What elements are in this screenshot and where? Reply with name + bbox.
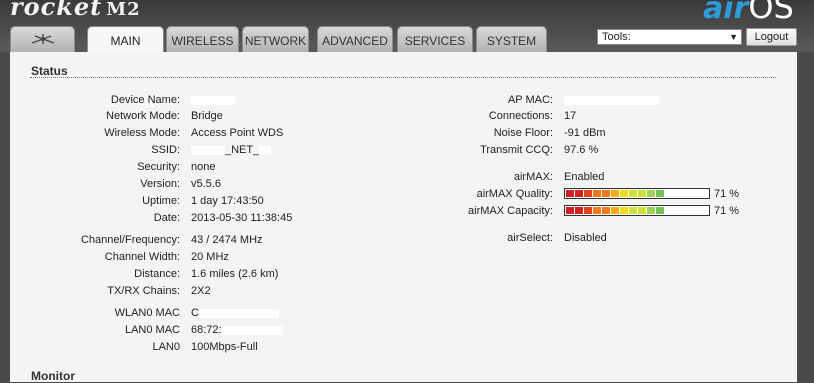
ssid-label: SSID: — [151, 144, 180, 156]
level-segment — [593, 207, 601, 214]
tab-main[interactable]: MAIN — [87, 26, 164, 53]
airos-suffix: OS — [748, 0, 794, 26]
status-section-title: Status — [31, 64, 68, 78]
distance-label: Distance: — [134, 268, 180, 280]
channel-width-label: Channel Width: — [104, 251, 180, 263]
lan0-mac-label: LAN0 MAC — [124, 324, 180, 336]
product-model: M2 — [106, 0, 141, 20]
tab-wireless[interactable]: WIRELESS — [166, 26, 239, 52]
tab-ubiquiti-logo[interactable] — [10, 26, 75, 52]
channel-width-value: 20 MHz — [191, 251, 229, 263]
product-logo-text: rocket — [10, 0, 103, 21]
airmax-quality-bar — [564, 188, 710, 199]
uptime-label: Uptime: — [142, 195, 180, 207]
security-value: none — [191, 161, 216, 173]
level-segment — [638, 207, 646, 214]
tab-system[interactable]: SYSTEM — [476, 26, 547, 52]
logout-button[interactable]: Logout — [746, 28, 797, 46]
airselect-label: airSelect: — [507, 232, 553, 244]
level-segment — [656, 190, 664, 197]
wlan0-mac-value: C — [191, 307, 279, 319]
network-mode-value: Bridge — [191, 110, 223, 122]
airselect-value: Disabled — [564, 232, 607, 244]
level-segment — [602, 190, 610, 197]
monitor-section-title: Monitor — [31, 369, 75, 383]
wlan0-mac-label: WLAN0 MAC — [114, 307, 180, 319]
product-logo: rocket M2 — [10, 0, 141, 21]
airos-prefix: air — [703, 0, 749, 26]
level-segment — [620, 207, 628, 214]
main-content: Status Device Name: Network Mode: Bridge… — [10, 52, 797, 383]
wireless-mode-value: Access Point WDS — [191, 127, 284, 139]
connections-label: Connections: — [488, 110, 553, 122]
ap-mac-label: AP MAC: — [507, 94, 553, 106]
lan0-label: LAN0 — [152, 341, 180, 353]
tools-select[interactable]: Tools: ▼ — [597, 29, 742, 45]
airmax-quality-value: 71 % — [714, 188, 740, 200]
level-segment — [629, 190, 637, 197]
level-segment — [584, 207, 592, 214]
level-segment — [647, 207, 655, 214]
level-segment — [566, 207, 574, 214]
distance-value: 1.6 miles (2.6 km) — [191, 268, 279, 280]
date-label: Date: — [153, 212, 180, 224]
airmax-capacity-bar — [564, 205, 710, 216]
version-value: v5.5.6 — [191, 178, 221, 190]
device-name-value — [191, 94, 235, 106]
airmax-capacity-label: airMAX Capacity: — [468, 205, 553, 217]
wireless-mode-label: Wireless Mode: — [104, 127, 180, 139]
device-name-label: Device Name: — [110, 94, 180, 106]
dropdown-arrow-icon: ▼ — [729, 32, 738, 42]
airmax-capacity-value: 71 % — [714, 205, 740, 217]
channel-frequency-value: 43 / 2474 MHz — [191, 234, 263, 246]
ubiquiti-logo-icon — [29, 33, 57, 49]
airmax-quality-label: airMAX Quality: — [476, 188, 553, 200]
date-value: 2013-05-30 11:38:45 — [191, 212, 293, 224]
channel-frequency-label: Channel/Frequency: — [80, 234, 180, 246]
level-segment — [647, 190, 655, 197]
noise-floor-value: -91 dBm — [564, 127, 606, 139]
level-segment — [593, 190, 601, 197]
uptime-value: 1 day 17:43:50 — [191, 195, 264, 207]
level-segment — [638, 190, 646, 197]
airmax-value: Enabled — [564, 171, 605, 183]
level-segment — [566, 190, 574, 197]
level-segment — [602, 207, 610, 214]
transmit-ccq-label: Transmit CCQ: — [480, 144, 553, 156]
level-segment — [611, 207, 619, 214]
lan0-value: 100Mbps-Full — [191, 341, 258, 353]
noise-floor-label: Noise Floor: — [493, 127, 553, 139]
lan0-mac-value: 68:72: — [191, 324, 282, 336]
level-segment — [575, 190, 583, 197]
level-segment — [656, 207, 664, 214]
airmax-label: airMAX: — [513, 171, 553, 183]
level-segment — [629, 207, 637, 214]
network-mode-label: Network Mode: — [106, 110, 180, 122]
tab-advanced[interactable]: ADVANCED — [317, 26, 393, 52]
tx-rx-chains-value: 2X2 — [191, 285, 211, 297]
transmit-ccq-value: 97.6 % — [564, 144, 599, 156]
version-label: Version: — [140, 178, 180, 190]
airos-logo: airOS — [703, 0, 794, 26]
level-segment — [584, 190, 592, 197]
tab-network[interactable]: NETWORK — [242, 26, 309, 52]
level-segment — [611, 190, 619, 197]
ssid-value: _NET_ — [191, 144, 272, 156]
tab-services[interactable]: SERVICES — [397, 26, 473, 52]
level-segment — [620, 190, 628, 197]
tx-rx-chains-label: TX/RX Chains: — [107, 285, 180, 297]
security-label: Security: — [137, 161, 180, 173]
level-segment — [575, 207, 583, 214]
ap-mac-value — [564, 94, 659, 106]
connections-value[interactable]: 17 — [564, 110, 576, 122]
tools-select-value: Tools: — [602, 31, 631, 43]
status-divider — [30, 77, 776, 78]
